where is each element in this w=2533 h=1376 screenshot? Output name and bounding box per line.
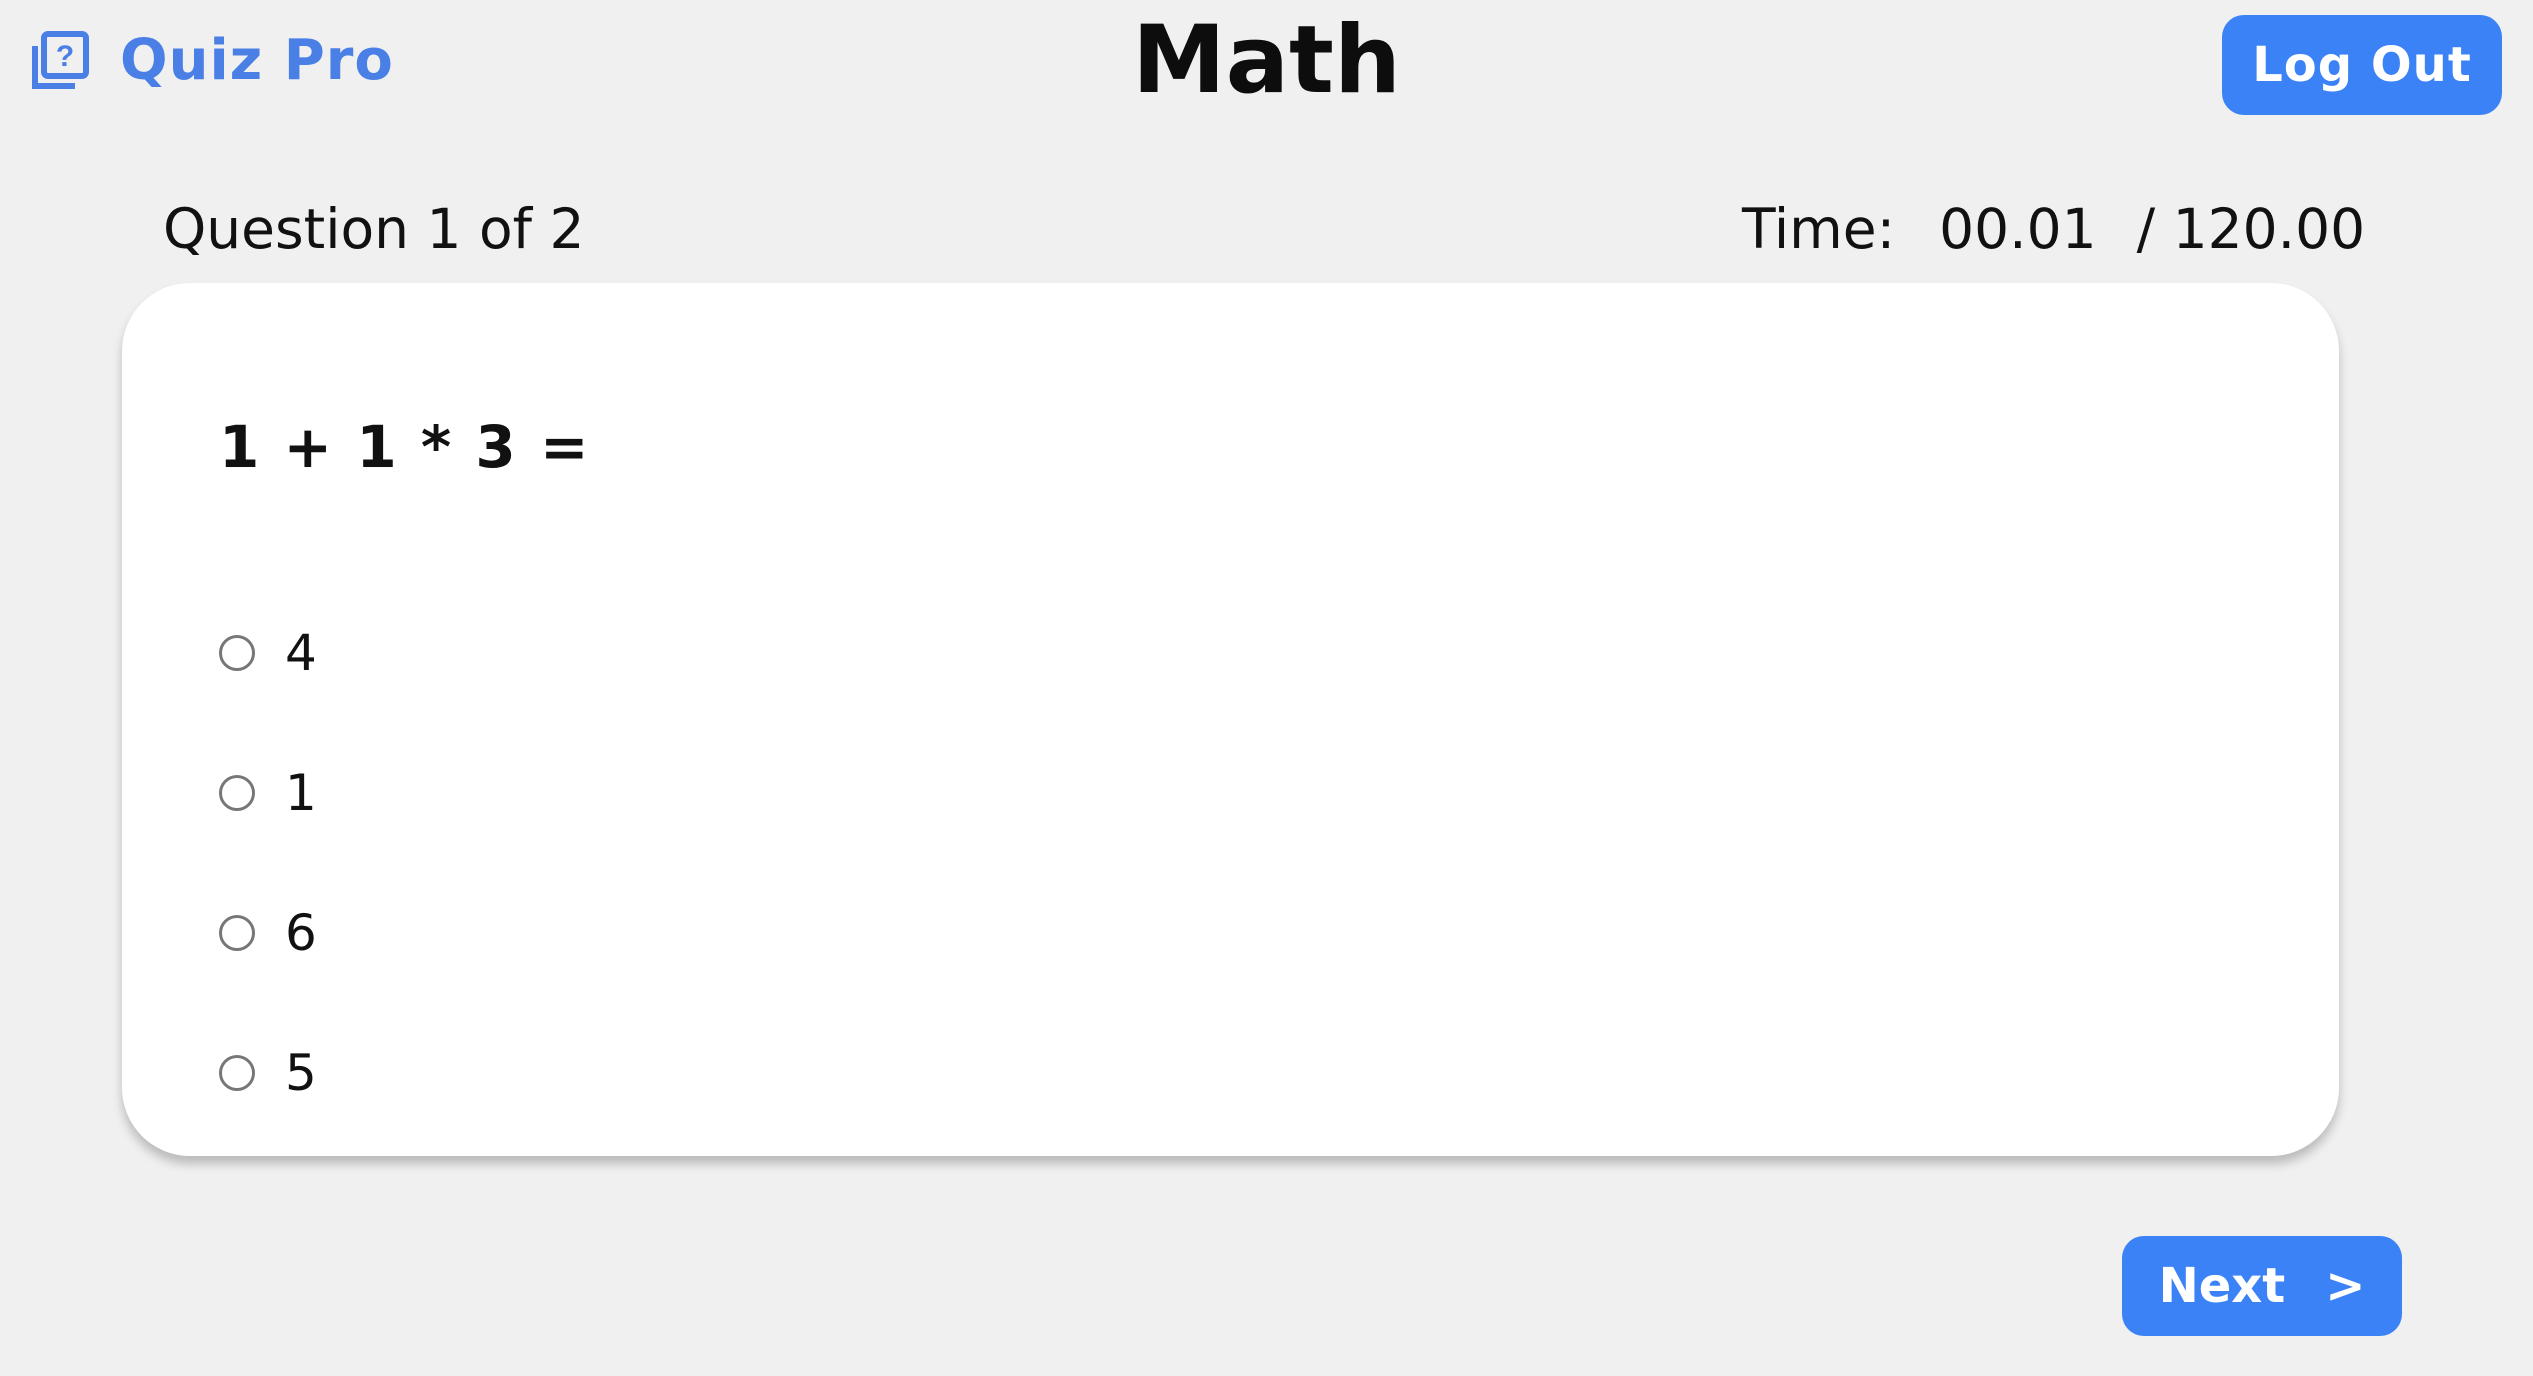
timer-total: / 120.00 bbox=[2136, 197, 2366, 261]
question-counter: Question 1 of 2 bbox=[163, 197, 585, 261]
radio-button[interactable] bbox=[219, 1055, 255, 1091]
quiz-page: ? Quiz Pro Math Log Out Question 1 of 2 … bbox=[0, 0, 2533, 1376]
radio-button[interactable] bbox=[219, 775, 255, 811]
timer-elapsed: 00.01 bbox=[1939, 197, 2097, 261]
next-button[interactable]: Next > bbox=[2122, 1236, 2402, 1336]
answer-option[interactable]: 6 bbox=[219, 863, 317, 1003]
timer-label: Time: bbox=[1742, 197, 1896, 261]
page-title: Math bbox=[1132, 6, 1401, 115]
logout-button[interactable]: Log Out bbox=[2222, 15, 2502, 115]
answer-option[interactable]: 1 bbox=[219, 723, 317, 863]
radio-button[interactable] bbox=[219, 635, 255, 671]
question-card: 1 + 1 * 3 = 4 1 6 5 bbox=[122, 283, 2339, 1156]
answer-option[interactable]: 4 bbox=[219, 583, 317, 723]
option-label: 6 bbox=[285, 904, 317, 962]
option-label: 4 bbox=[285, 624, 317, 682]
radio-button[interactable] bbox=[219, 915, 255, 951]
answer-option[interactable]: 5 bbox=[219, 1003, 317, 1143]
answer-options: 4 1 6 5 bbox=[219, 583, 317, 1143]
option-label: 5 bbox=[285, 1044, 317, 1102]
chevron-right-icon: > bbox=[2325, 1258, 2366, 1314]
option-label: 1 bbox=[285, 764, 317, 822]
next-label: Next bbox=[2158, 1258, 2286, 1314]
question-text: 1 + 1 * 3 = bbox=[219, 413, 591, 481]
timer: Time: 00.01 / 120.00 bbox=[1742, 197, 2365, 261]
